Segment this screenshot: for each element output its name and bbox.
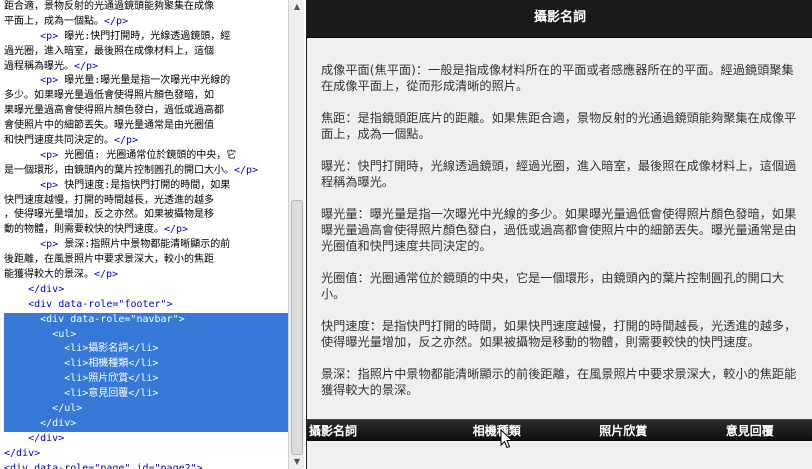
- code-line[interactable]: 會使照片中的細節丟失。曝光量通常是由光圈值: [4, 119, 288, 134]
- code-line[interactable]: <div data-role="page" id="page2">: [4, 462, 288, 469]
- code-line[interactable]: </div>: [4, 416, 288, 432]
- code-line[interactable]: <p> 景深:指照片中景物都能清晰顯示的前: [4, 238, 288, 253]
- paragraph-exposure: 曝光：快門打開時，光線透過鏡頭，經過光圈，進入暗室，最後照在成像材料上，這個過程…: [321, 159, 797, 189]
- code-line[interactable]: <li>照片欣賞</li>: [4, 372, 288, 388]
- code-line[interactable]: <p> 光圈值: 光圈通常位於鏡頭的中央，它: [4, 149, 288, 164]
- paragraph-shutter-speed: 快門速度：是指快門打開的時間，如果快門速度越慢，打開的時間越長，光透進的越多，使…: [321, 319, 797, 349]
- code-line[interactable]: 距合適，景物反射的光通過鏡頭能夠聚集在成像: [4, 0, 288, 15]
- code-line[interactable]: 和快門速度共同決定的。</p>: [4, 134, 288, 149]
- code-line[interactable]: <div data-role="navbar">: [4, 312, 288, 328]
- navbar-item-camera-types[interactable]: 相機種類: [434, 420, 561, 441]
- code-line[interactable]: <li>攝影名詞</li>: [4, 342, 288, 358]
- page-footer: 攝影名詞 相機種類 照片欣賞 意見回覆: [307, 419, 812, 441]
- page-header: 攝影名詞: [307, 0, 812, 38]
- code-line[interactable]: <div data-role="footer">: [4, 298, 288, 313]
- code-line[interactable]: ，使得曝光量增加，反之亦然。如果被攝物是移: [4, 208, 288, 223]
- preview-pane: 攝影名詞 成像平面(焦平面)：一般是指成像材料所在的平面或者感應器所在的平面。經…: [306, 0, 812, 469]
- paragraph-exposure-amount: 曝光量：曝光量是指一次曝光中光線的多少。如果曝光量過低會使得照片顏色發暗，如果曝…: [321, 207, 797, 253]
- code-line[interactable]: <li>相機種類</li>: [4, 357, 288, 373]
- code-line[interactable]: <li>意見回覆</li>: [4, 387, 288, 403]
- code-line[interactable]: <p> 快門速度:是指快門打開的時間，如果: [4, 179, 288, 194]
- preview-empty-area: [307, 441, 812, 469]
- code-line[interactable]: 快門速度越慢，打開的時間越長，光透進的越多: [4, 194, 288, 209]
- navbar-item-photo-gallery[interactable]: 照片欣賞: [560, 420, 687, 441]
- navbar-item-photo-terms[interactable]: 攝影名詞: [307, 420, 434, 441]
- code-editor[interactable]: 距合適，景物反射的光通過鏡頭能夠聚集在成像 平面上，成為一個點。</p> <p> …: [0, 0, 288, 469]
- code-line[interactable]: </div>: [4, 283, 288, 298]
- code-line[interactable]: </div>: [4, 447, 288, 462]
- code-line[interactable]: 後距離，在風景照片中要求景深大，較小的焦距: [4, 253, 288, 268]
- code-line[interactable]: 果曝光量過高會使得照片顏色發白，過低或過高都: [4, 104, 288, 119]
- code-line[interactable]: <p> 曝光:快門打開時，光線透過鏡頭，經: [4, 30, 288, 45]
- code-line[interactable]: </ul>: [4, 402, 288, 417]
- code-line[interactable]: 平面上，成為一個點。</p>: [4, 15, 288, 30]
- code-line[interactable]: 過光圈，進入暗室，最後照在成像材料上，這個: [4, 45, 288, 60]
- code-line[interactable]: 動的物體，則需要較快的快門速度。</p>: [4, 223, 288, 238]
- paragraph-aperture: 光圈值：光圈通常位於鏡頭的中央，它是一個環形，由鏡頭內的葉片控制圓孔的開口大小。: [321, 271, 785, 301]
- code-line[interactable]: 過程稱為曝光。</p>: [4, 60, 288, 75]
- paragraph-focal-length: 焦距：是指鏡頭距底片的距離。如果焦距合適，景物反射的光通過鏡頭能夠聚集在成像平面…: [321, 111, 797, 141]
- code-line[interactable]: </div>: [4, 432, 288, 447]
- scroll-up-arrow-icon[interactable]: ▲: [289, 0, 305, 14]
- editor-vertical-scrollbar[interactable]: ▲ ▼: [288, 0, 304, 469]
- code-line[interactable]: 能獲得較大的景深。</p>: [4, 268, 288, 283]
- code-line[interactable]: <p> 曝光量:曝光量是指一次曝光中光線的: [4, 74, 288, 89]
- page-title: 攝影名詞: [533, 10, 586, 25]
- scroll-down-arrow-icon[interactable]: ▼: [289, 455, 305, 469]
- paragraph-depth-of-field: 景深：指照片中景物都能清晰顯示的前後距離，在風景照片中要求景深大，較小的焦距能獲…: [321, 367, 797, 397]
- code-text-area[interactable]: 距合適，景物反射的光通過鏡頭能夠聚集在成像 平面上，成為一個點。</p> <p> …: [4, 0, 288, 469]
- code-line[interactable]: 多少。如果曝光量過低會使得照片顏色發暗，如: [4, 89, 288, 104]
- content-area: 成像平面(焦平面)：一般是指成像材料所在的平面或者感應器所在的平面。經過鏡頭聚集…: [321, 62, 805, 414]
- navbar-item-feedback[interactable]: 意見回覆: [687, 420, 812, 441]
- mouse-pointer-icon: [500, 429, 514, 449]
- code-line[interactable]: <ul>: [4, 327, 288, 343]
- navbar: 攝影名詞 相機種類 照片欣賞 意見回覆: [307, 420, 812, 441]
- scrollbar-thumb[interactable]: [291, 200, 303, 455]
- code-line[interactable]: 是一個環形，由鏡頭內的葉片控制圓孔的開口大小。</p>: [4, 164, 288, 179]
- paragraph-focal-plane: 成像平面(焦平面)：一般是指成像材料所在的平面或者感應器所在的平面。經過鏡頭聚集…: [321, 63, 794, 93]
